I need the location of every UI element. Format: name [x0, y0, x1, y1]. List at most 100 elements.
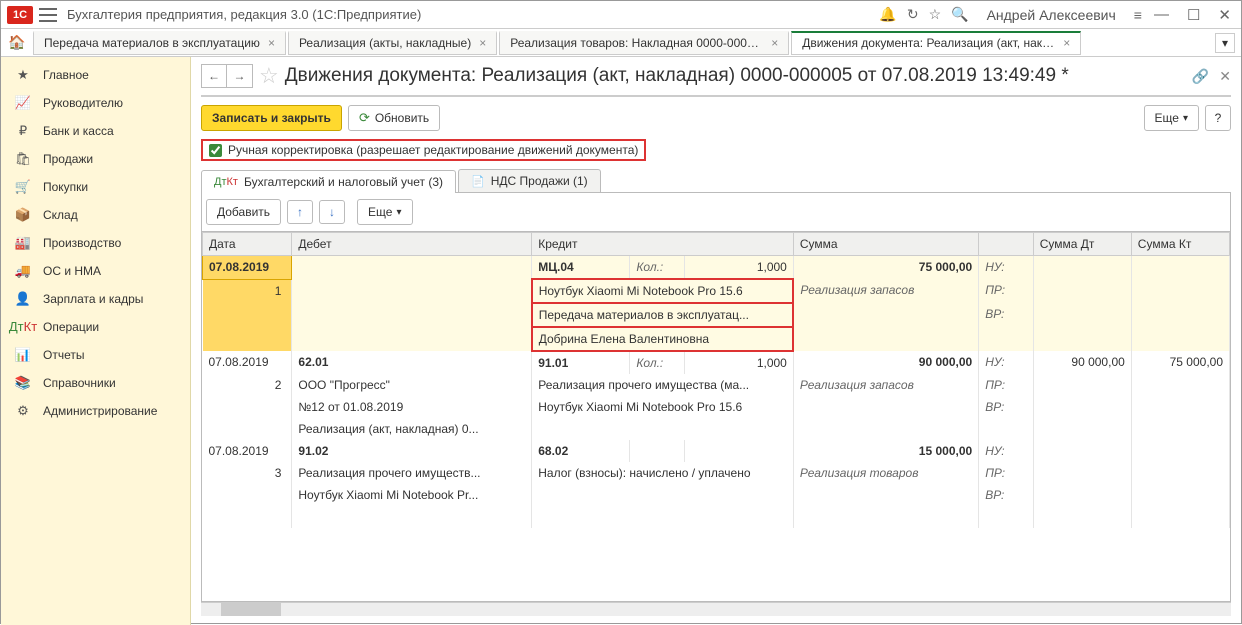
- cell-blank: [793, 484, 978, 506]
- table-wrap[interactable]: Дата Дебет Кредит Сумма Сумма Дт Сумма К…: [201, 232, 1231, 602]
- posting-subrow[interactable]: Добрина Елена Валентиновна: [203, 327, 1230, 351]
- tab-0[interactable]: Передача материалов в эксплуатацию×: [33, 31, 286, 55]
- posting-subrow[interactable]: 3Реализация прочего имуществ...Налог (вз…: [203, 462, 1230, 484]
- sidebar-item-10[interactable]: 📊Отчеты: [1, 341, 190, 369]
- inner-tab-0[interactable]: ДтКтБухгалтерский и налоговый учет (3): [201, 170, 456, 193]
- cell-sum: 90 000,00: [793, 351, 978, 374]
- sidebar-item-9[interactable]: ДтКтОперации: [1, 313, 190, 341]
- cell-blank: [1033, 418, 1131, 440]
- col-debit[interactable]: Дебет: [292, 233, 532, 256]
- home-icon[interactable]: 🏠: [7, 34, 27, 52]
- col-date[interactable]: Дата: [203, 233, 292, 256]
- sidebar-label: Производство: [43, 236, 121, 250]
- link-icon[interactable]: 🔗: [1192, 68, 1209, 85]
- sidebar-item-6[interactable]: 🏭 Производство: [1, 229, 190, 257]
- sidebar-item-11[interactable]: 📚Справочники: [1, 369, 190, 397]
- posting-subrow[interactable]: [203, 506, 1230, 528]
- manual-edit-checkbox-row[interactable]: Ручная корректировка (разрешает редактир…: [201, 139, 646, 161]
- refresh-button[interactable]: ⟳Обновить: [348, 105, 440, 131]
- tab-2[interactable]: Реализация товаров: Накладная 0000-00000…: [499, 31, 789, 55]
- manual-edit-checkbox[interactable]: [209, 144, 222, 157]
- tab-3[interactable]: Движения документа: Реализация (акт, нак…: [791, 31, 1081, 55]
- col-sumdt[interactable]: Сумма Дт: [1033, 233, 1131, 256]
- app-logo: 1C: [7, 6, 33, 24]
- back-button[interactable]: ←: [201, 64, 227, 88]
- posting-row[interactable]: 07.08.201962.0191.01Кол.:1,00090 000,00Н…: [203, 351, 1230, 374]
- tab-label: Движения документа: Реализация (акт, нак…: [802, 36, 1055, 50]
- sidebar-item-2[interactable]: ₽Банк и касса: [1, 117, 190, 145]
- posting-subrow[interactable]: 1Ноутбук Xiaomi Mi Notebook Pro 15.6Реал…: [203, 279, 1230, 303]
- cell-credit-acc: 68.02: [532, 440, 630, 462]
- cell-blank: [1131, 303, 1229, 327]
- move-down-button[interactable]: ↓: [319, 200, 345, 224]
- horizontal-scrollbar[interactable]: [201, 602, 1231, 616]
- table-more-button[interactable]: Еще: [357, 199, 412, 225]
- save-close-button[interactable]: Записать и закрыть: [201, 105, 342, 131]
- cell-blank: [1033, 327, 1131, 351]
- star-icon[interactable]: ☆: [929, 6, 942, 23]
- cell-blank: [203, 327, 292, 351]
- close-button[interactable]: ✕: [1214, 6, 1235, 24]
- sidebar-item-8[interactable]: 👤Зарплата и кадры: [1, 285, 190, 313]
- postings-table: Дата Дебет Кредит Сумма Сумма Дт Сумма К…: [202, 232, 1230, 528]
- maximize-button[interactable]: ☐: [1183, 6, 1204, 24]
- tabs-dropdown[interactable]: ▾: [1215, 33, 1235, 53]
- tab-close-icon[interactable]: ×: [1063, 36, 1070, 50]
- bell-icon[interactable]: 🔔: [879, 6, 896, 23]
- help-button[interactable]: ?: [1205, 105, 1231, 131]
- cell-qty-label: Кол.:: [630, 351, 685, 374]
- tab-1[interactable]: Реализация (акты, накладные)×: [288, 31, 497, 55]
- add-button[interactable]: Добавить: [206, 199, 281, 225]
- col-credit[interactable]: Кредит: [532, 233, 794, 256]
- tab-close-icon[interactable]: ×: [771, 36, 778, 50]
- sidebar-item-7[interactable]: 🚚ОС и НМА: [1, 257, 190, 285]
- posting-subrow[interactable]: Реализация (акт, накладная) 0...: [203, 418, 1230, 440]
- sidebar-icon: 🚚: [13, 263, 33, 279]
- forward-button[interactable]: →: [227, 64, 253, 88]
- page-close-icon[interactable]: ✕: [1219, 68, 1231, 85]
- settings-icon[interactable]: ≡: [1134, 7, 1142, 23]
- posting-subrow[interactable]: №12 от 01.08.2019Ноутбук Xiaomi Mi Noteb…: [203, 396, 1230, 418]
- move-up-button[interactable]: ↑: [287, 200, 313, 224]
- col-sum[interactable]: Сумма: [793, 233, 978, 256]
- sidebar-label: Руководителю: [43, 96, 123, 110]
- cell-debit-acc: 91.02: [292, 440, 532, 462]
- col-sumkt[interactable]: Сумма Кт: [1131, 233, 1229, 256]
- col-blank[interactable]: [979, 233, 1034, 256]
- history-icon[interactable]: ↻: [907, 6, 919, 23]
- cell-credit-line: Добрина Елена Валентиновна: [532, 327, 794, 351]
- cell-nu-label: НУ:: [979, 351, 1034, 374]
- cell-credit-line: Реализация прочего имущества (ма...: [532, 374, 794, 396]
- sidebar-icon: 🏭: [13, 235, 33, 251]
- cell-credit-line: [532, 484, 794, 506]
- sidebar-item-1[interactable]: 📈 Руководителю: [1, 89, 190, 117]
- cell-blank: [1131, 374, 1229, 396]
- cell-side-label: [979, 327, 1034, 351]
- posting-row[interactable]: 07.08.2019МЦ.04Кол.:1,00075 000,00НУ:: [203, 256, 1230, 280]
- sidebar-item-12[interactable]: ⚙Администрирование: [1, 397, 190, 425]
- sidebar-icon: 📈: [13, 95, 33, 111]
- search-icon[interactable]: 🔍: [951, 6, 968, 23]
- sidebar-item-3[interactable]: 🛍Продажи: [1, 145, 190, 173]
- tab-close-icon[interactable]: ×: [479, 36, 486, 50]
- sidebar-item-5[interactable]: 📦Склад: [1, 201, 190, 229]
- cell-blank: [1131, 506, 1229, 528]
- sidebar-item-4[interactable]: 🛒Покупки: [1, 173, 190, 201]
- more-button[interactable]: Еще: [1144, 105, 1199, 131]
- cell-side-label: ВР:: [979, 303, 1034, 327]
- sidebar-icon: 📊: [13, 347, 33, 363]
- sidebar-item-0[interactable]: ★Главное: [1, 61, 190, 89]
- dtkt-icon: ДтКт: [214, 178, 238, 186]
- minimize-button[interactable]: —: [1150, 6, 1173, 24]
- posting-row[interactable]: 07.08.201991.0268.0215 000,00НУ:: [203, 440, 1230, 462]
- posting-subrow[interactable]: Передача материалов в эксплуатац...ВР:: [203, 303, 1230, 327]
- posting-subrow[interactable]: 2ООО "Прогресс"Реализация прочего имущес…: [203, 374, 1230, 396]
- inner-tab-1[interactable]: 📄НДС Продажи (1): [458, 169, 601, 192]
- hamburger-icon[interactable]: [39, 8, 57, 22]
- favorite-icon[interactable]: ☆: [259, 63, 279, 89]
- doc-icon: 📄: [471, 175, 485, 188]
- user-name[interactable]: Андрей Алексеевич: [987, 7, 1116, 23]
- cell-sum-dt: [1033, 440, 1131, 462]
- posting-subrow[interactable]: Ноутбук Xiaomi Mi Notebook Pr...ВР:: [203, 484, 1230, 506]
- tab-close-icon[interactable]: ×: [268, 36, 275, 50]
